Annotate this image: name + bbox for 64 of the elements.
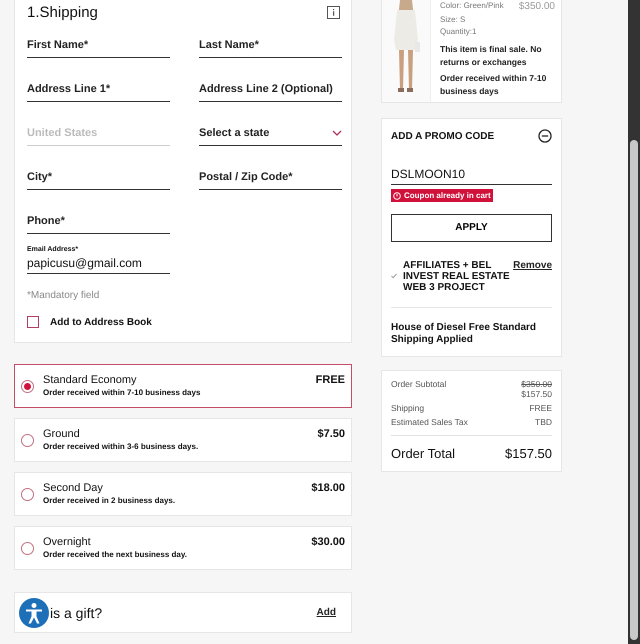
radio-button[interactable] [21,488,34,501]
radio-button[interactable] [21,542,34,555]
scrollbar[interactable] [628,0,640,644]
option-price: $30.00 [311,536,345,548]
error-message: Coupon already in cart [391,189,493,202]
item-quantity: Quantity:1 [440,27,478,36]
promo-title: ADD A PROMO CODE [391,130,494,142]
option-price: $18.00 [311,482,345,494]
radio-button[interactable] [21,380,34,393]
promo-code-field[interactable]: DSLMOON10 [391,167,552,185]
input-field[interactable]: City* [27,166,170,190]
chevron-down-icon [332,130,342,136]
option-detail: Order received the next business day. [43,550,188,559]
summary-value: TBD [535,416,552,426]
option-name: Second Day [43,482,104,494]
option-detail: Order received in 2 business days. [43,496,176,505]
total-value: $157.50 [505,446,552,460]
accessibility-icon[interactable] [19,598,49,628]
input-field[interactable]: Phone* [27,210,170,234]
radio-button[interactable] [21,434,34,447]
option-price: $7.50 [317,428,345,440]
applied-coupon: AFFILIATES + BEL INVEST REAL ESTATE WEB 3 PROJECT [403,260,511,292]
summary-label: Shipping [391,402,424,412]
section-title: 1.Shipping [27,4,98,20]
input-field[interactable]: Postal / Zip Code* [199,166,342,190]
option-name: Ground [43,428,81,440]
apply-button[interactable]: APPLY [391,214,552,242]
input-field[interactable]: Address Line 2 (Optional) [199,78,342,102]
summary-label: Order Subtotal [391,378,446,390]
info-icon[interactable] [327,6,340,18]
checkbox[interactable] [27,316,39,328]
item-color: Color: Green/Pink [440,1,504,12]
mandatory-note: *Mandatory field [27,290,100,301]
input-field[interactable]: Last Name* [199,34,342,58]
alert-icon [393,192,401,200]
item-price: $350.00 [518,1,555,12]
shipping-option[interactable]: Second Day Order received in 2 business days. $18.00 [14,472,352,516]
summary-label: Estimated Sales Tax [391,416,468,426]
delivery-note: Order received within 7-10 business days [440,72,548,98]
state-select[interactable]: Select a state [199,122,342,146]
free-shipping-note: House of Diesel Free Standard Shipping Applied [391,322,538,346]
final-sale-note: This item is final sale. No returns or exchanges [440,43,543,69]
input-field[interactable]: Address Line 1* [27,78,170,102]
shipping-option[interactable]: Overnight Order received the next business day. $30.00 [14,526,352,570]
shipping-option[interactable]: Ground Order received within 3-6 business days. $7.50 [14,418,352,462]
option-price: FREE [316,374,345,386]
collapse-icon[interactable] [538,129,552,143]
country-field: United States [27,122,170,146]
total-label: Order Total [391,446,456,460]
summary-value: FREE [529,402,552,412]
option-name: Overnight [43,536,92,548]
input-field[interactable]: First Name* [27,34,170,58]
option-detail: Order received within 3-6 business days. [43,442,200,451]
item-size: Size: S [440,15,466,24]
gift-question: is a gift? [50,604,104,620]
option-detail: Order received within 7-10 business days [43,388,202,397]
check-icon [391,272,397,278]
option-name: Standard Economy [43,374,138,386]
remove-link[interactable]: Remove [513,260,552,270]
checkbox-label: Add to Address Book [50,316,152,328]
add-link[interactable]: Add [316,607,336,618]
shipping-option[interactable]: Standard Economy Order received within 7-10 business days FREE [14,364,352,408]
summary-value: $350.00 [521,378,552,388]
summary-value: $157.50 [521,388,552,398]
